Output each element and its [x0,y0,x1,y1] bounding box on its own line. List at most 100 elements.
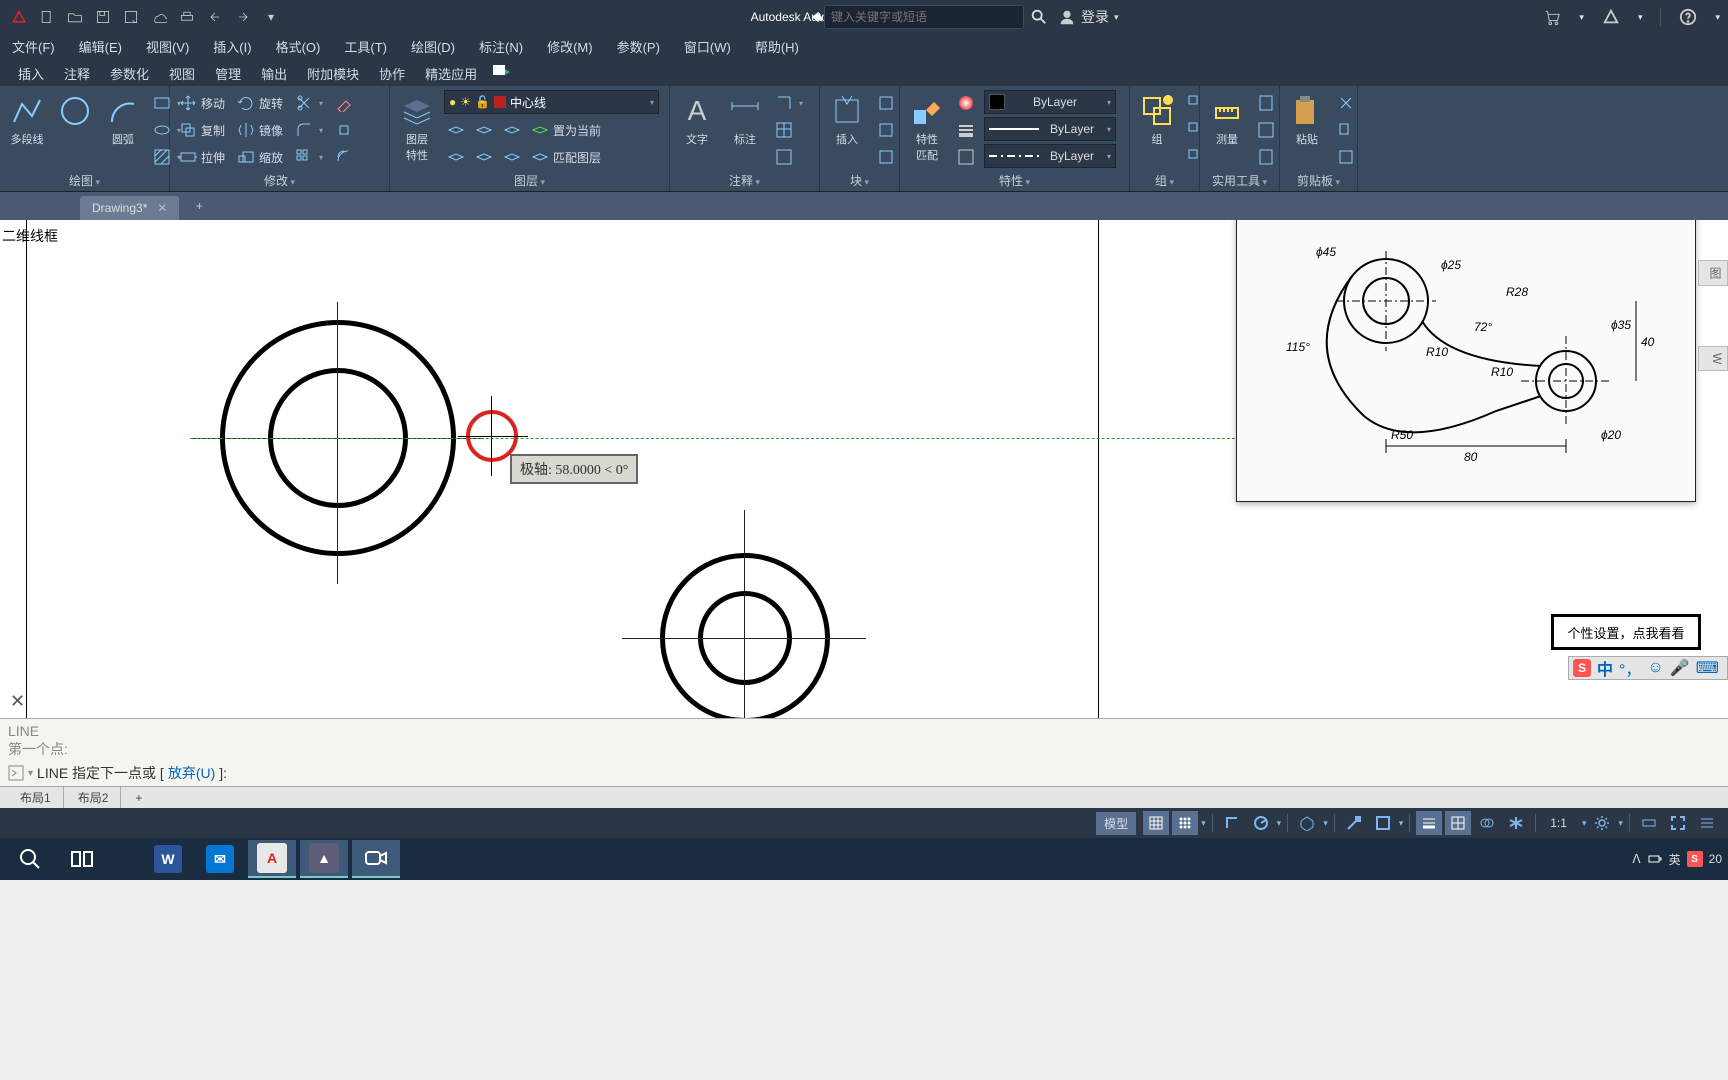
block-attr-button[interactable] [874,144,898,170]
cycling-button[interactable] [1474,811,1500,835]
tab-output[interactable]: 输出 [251,61,297,86]
palette-tab-1[interactable]: 图 [1698,260,1728,286]
copy-clip-button[interactable] [1334,117,1358,143]
quickcalc-button[interactable] [1254,90,1278,116]
layer-freeze-button[interactable] [472,117,496,143]
menu-format[interactable]: 格式(O) [264,33,333,60]
transparency-button-sb[interactable] [1445,811,1471,835]
taskview-icon[interactable] [58,840,106,878]
autodesk-icon[interactable] [1602,8,1620,26]
trim-button[interactable]: ▾ [292,90,326,116]
search-taskbar-icon[interactable] [6,840,54,878]
drawing-canvas[interactable]: 二维线框 极轴: 58.0000 < 0° 一、按照1:1的比例抄画下面的图形（… [0,220,1728,718]
visual-style-label[interactable]: 二维线框 [2,226,58,246]
command-line[interactable]: LINE 第一个点: ▾ LINE 指定下一点或 [放弃(U)]: [0,718,1728,786]
layout-2[interactable]: 布局2 [66,787,122,808]
tab-manage[interactable]: 管理 [205,61,251,86]
tab-annot[interactable]: 注释 [54,61,100,86]
redo-icon[interactable] [232,6,254,28]
block-create-button[interactable] [874,90,898,116]
saveas-icon[interactable] [120,6,142,28]
ime-toolbar[interactable]: S 中 °， ☺ 🎤 ⌨ [1568,656,1728,680]
polyline-button[interactable]: 多段线 [6,90,48,151]
layer-off-button[interactable] [444,144,468,170]
panel-annot-title[interactable]: 注释 [676,171,813,191]
panel-props-title[interactable]: 特性 [906,171,1123,191]
polar-button[interactable] [1248,811,1274,835]
word-taskbar-icon[interactable]: W [144,840,192,878]
tray-time[interactable]: 20 [1709,852,1722,866]
search-field[interactable] [831,10,1017,24]
insert-block-button[interactable]: 插入 [826,90,868,151]
linetype-dropdown[interactable]: ByLayer▾ [984,144,1116,168]
ime-mic-icon[interactable]: 🎤 [1670,658,1690,678]
set-current-button[interactable]: 置为当前 [528,117,604,143]
paste-button[interactable]: 粘贴 [1286,90,1328,151]
sogou-icon[interactable]: S [1573,659,1591,677]
panel-draw-title[interactable]: 绘图 [6,171,163,191]
undo-icon[interactable] [204,6,226,28]
tab-para[interactable]: 参数化 [100,61,159,86]
reference-image[interactable]: 一、按照1:1的比例抄画下面的图形（不注尺寸，10分）。 共3页 第1页 ϕ45… [1236,220,1696,502]
menu-file[interactable]: 文件(F) [0,33,67,60]
tab-view[interactable]: 视图 [159,61,205,86]
ortho-button[interactable] [1219,811,1245,835]
circle-button[interactable] [54,90,96,147]
layer-iso-button[interactable] [444,117,468,143]
calc-button[interactable] [1254,144,1278,170]
gear-button[interactable] [1589,811,1615,835]
panel-modify-title[interactable]: 修改 [176,171,383,191]
ucs-close-icon[interactable]: ✕ [10,691,25,712]
lineweight-dropdown[interactable]: ByLayer▾ [984,117,1116,141]
erase-button[interactable] [332,90,356,116]
close-tab-icon[interactable]: ✕ [157,201,167,215]
save-icon[interactable] [92,6,114,28]
layer-unlock-button[interactable] [500,144,524,170]
panel-clip-title[interactable]: 剪贴板 [1286,171,1351,191]
otrack-button[interactable] [1370,811,1396,835]
scale-label[interactable]: 1:1 [1542,813,1575,833]
workspace-button[interactable] [1636,811,1662,835]
tab-addon[interactable]: 附加模块 [297,61,369,86]
fillet-button[interactable]: ▾ [292,117,326,143]
layer-props-button[interactable]: 图层 特性 [396,90,438,167]
transparency-button[interactable] [954,144,978,170]
mirror-button[interactable]: 镜像 [234,117,286,143]
new-icon[interactable] [36,6,58,28]
tab-featured[interactable]: 精选应用 [415,61,487,86]
tray-sogou-icon[interactable]: S [1687,851,1703,867]
lineweight-button[interactable] [954,117,978,143]
ime-face-icon[interactable]: ☺ [1647,659,1663,677]
lwt-button[interactable] [1416,811,1442,835]
app-menu-logo[interactable] [8,6,30,28]
add-layout-button[interactable]: + [123,789,154,807]
leader-button[interactable]: ▾ [772,90,806,116]
help-icon[interactable] [1679,8,1697,26]
layer-lock-button[interactable] [472,144,496,170]
block-edit-button[interactable] [874,117,898,143]
panel-block-title[interactable]: 块 [826,171,893,191]
tray-up-icon[interactable]: ᐱ [1632,852,1640,866]
layout-1[interactable]: 布局1 [8,787,64,808]
settings-callout[interactable]: 个性设置，点我看看 [1551,614,1701,650]
menu-dim[interactable]: 标注(N) [467,33,535,60]
menu-modify[interactable]: 修改(M) [535,33,605,60]
menu-edit[interactable]: 编辑(E) [67,33,134,60]
menu-tools[interactable]: 工具(T) [332,33,399,60]
text-button[interactable]: A 文字 [676,90,718,151]
doc-tab-drawing3[interactable]: Drawing3* ✕ [80,196,179,220]
color-dropdown[interactable]: ByLayer▾ [984,90,1116,114]
explode-button[interactable] [332,117,356,143]
ime-keyboard-icon[interactable]: ⌨ [1696,658,1719,678]
search-icon[interactable] [1030,8,1048,26]
paste-spec-button[interactable] [1334,144,1358,170]
autocad-taskbar-icon[interactable]: A [248,840,296,878]
cmd-option-u[interactable]: 放弃(U) [168,763,215,783]
array-button[interactable]: ▾ [292,144,326,170]
menu-view[interactable]: 视图(V) [134,33,201,60]
share-icon[interactable] [810,10,824,24]
tray-lang[interactable]: 英 [1669,851,1681,868]
selectall-button[interactable] [1254,117,1278,143]
search-input[interactable] [824,5,1024,29]
cloud-icon[interactable] [148,6,170,28]
